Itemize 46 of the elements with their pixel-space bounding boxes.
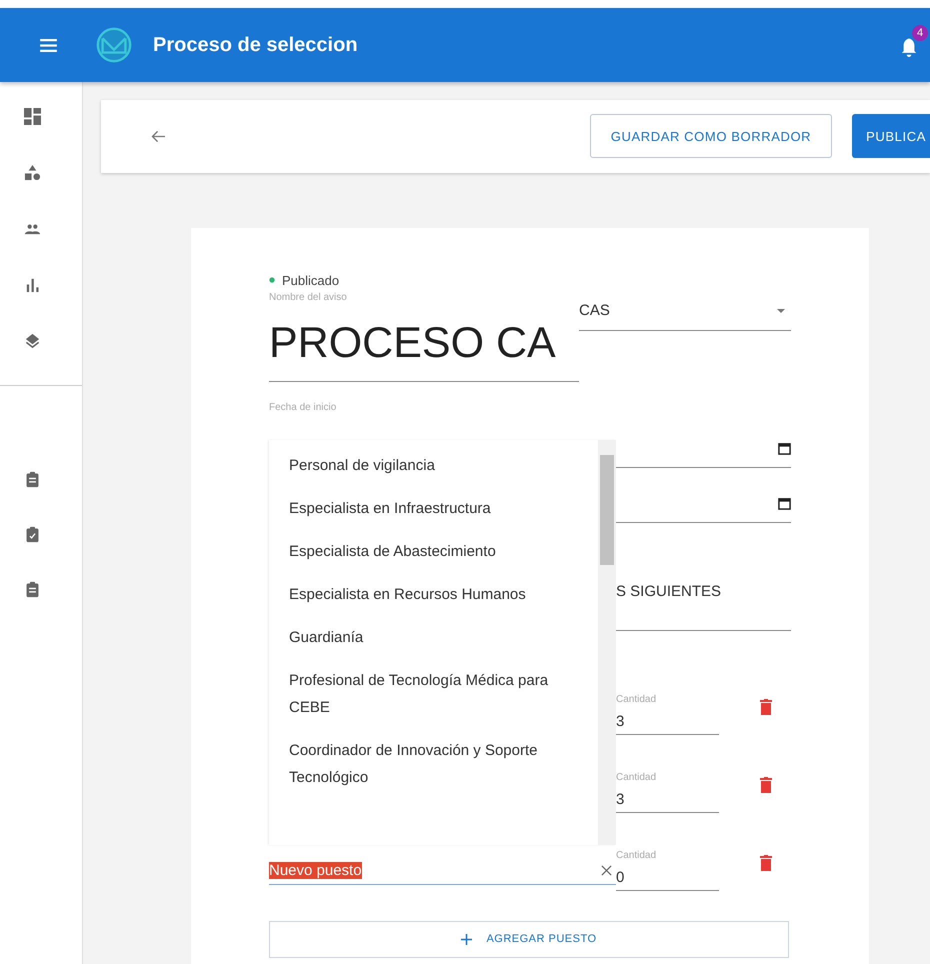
name-field[interactable]: Nombre del aviso PROCESO CA (269, 288, 579, 382)
clear-icon[interactable] (601, 864, 612, 876)
quantity-value: 3 (616, 790, 626, 808)
dropdown-option[interactable]: Guardianía (269, 616, 598, 659)
scrollbar[interactable] (598, 440, 616, 845)
dashboard-icon[interactable] (24, 108, 40, 125)
clipboard-icon[interactable] (24, 581, 40, 598)
layers-icon[interactable] (24, 332, 40, 349)
bell-icon[interactable] (900, 37, 918, 58)
back-arrow-icon[interactable] (151, 130, 166, 143)
dropdown-option[interactable]: Especialista en Infraestructura (269, 486, 598, 530)
field-label: Cantidad (616, 694, 658, 705)
calendar-icon[interactable] (778, 496, 791, 510)
field-label: Nombre del aviso (269, 292, 348, 303)
publish-button[interactable]: PUBLICA (852, 114, 930, 158)
status-dot-icon (269, 277, 275, 284)
clipboard-icon[interactable] (24, 471, 40, 488)
shapes-icon[interactable] (24, 164, 40, 181)
field-label: Cantidad (616, 772, 658, 783)
notification-badge: 4 (912, 25, 928, 41)
quantity-value: 0 (616, 868, 626, 886)
add-position-button[interactable]: AGREGAR PUESTO (269, 920, 789, 958)
app-title: Proceso de seleccion (153, 34, 358, 56)
plus-icon (461, 934, 472, 945)
save-draft-button[interactable]: GUARDAR COMO BORRADOR (590, 114, 832, 158)
dropdown-option[interactable]: Especialista en Recursos Humanos (269, 572, 598, 616)
menu-icon[interactable] (40, 38, 57, 52)
type-select[interactable]: CAS (579, 292, 791, 331)
delete-icon[interactable] (760, 854, 772, 871)
name-value: PROCESO CA (269, 318, 557, 369)
quantity-value: 3 (616, 712, 626, 730)
delete-icon[interactable] (760, 776, 772, 793)
dropdown-option[interactable]: Personal de vigilancia (269, 444, 598, 487)
logo-icon (95, 26, 133, 64)
dropdown-option[interactable]: Especialista de Abastecimiento (269, 530, 598, 573)
delete-icon[interactable] (760, 698, 772, 715)
clipboard-icon[interactable] (24, 526, 40, 543)
dropdown-option[interactable]: Coordinador de Innovación y Soporte Tecnológico (269, 728, 598, 799)
quantity-field[interactable]: Cantidad 0 (616, 850, 719, 891)
position-field[interactable]: Nuevo puesto (269, 856, 616, 885)
dropdown-option[interactable]: Profesional de Tecnología Médica para CEBE (269, 658, 598, 729)
calendar-icon[interactable] (778, 442, 791, 455)
status-label: Publicado (282, 272, 340, 288)
field-label: Fecha de inicio (269, 402, 338, 413)
field-label: Cantidad (616, 850, 658, 861)
caret-icon[interactable] (777, 308, 785, 313)
